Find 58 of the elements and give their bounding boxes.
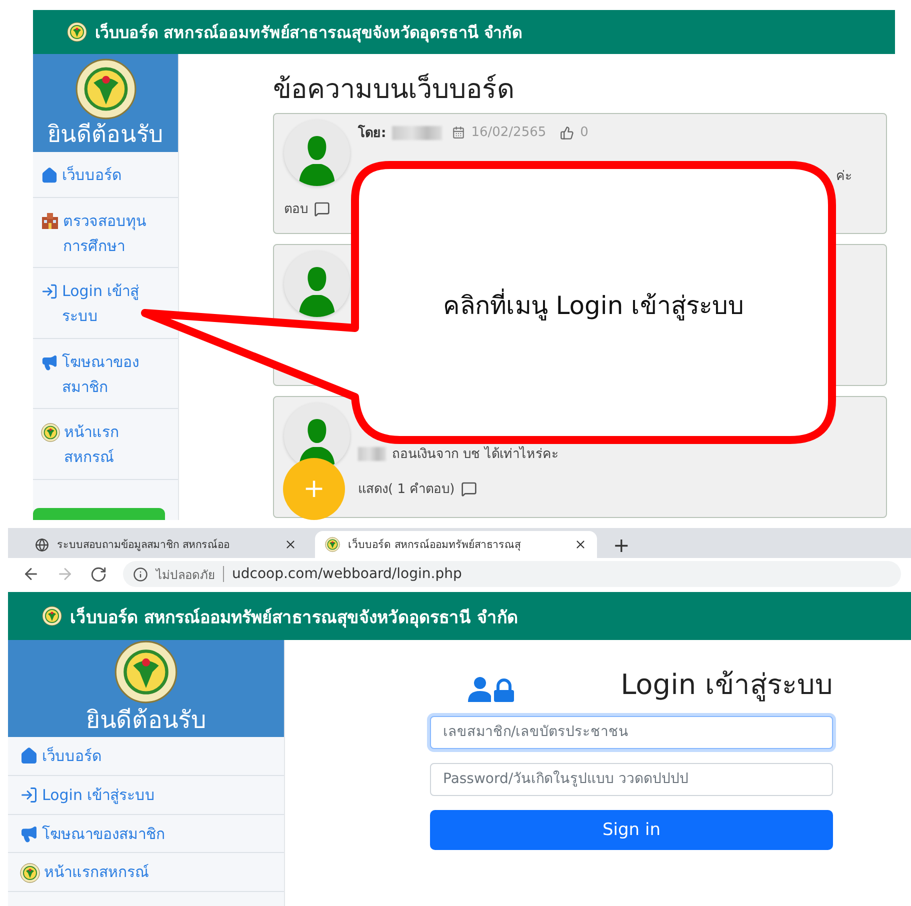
address-bar[interactable]: ไม่ปลอดภัย udcoop.com/webboard/login.php <box>123 561 901 587</box>
megaphone-icon <box>20 824 38 843</box>
post-message: ค่ะ <box>836 168 852 186</box>
sidebar-item[interactable]: หน้าแรกสหกรณ์ <box>33 409 178 480</box>
sidebar-item[interactable]: เว็บบอร์ด <box>8 737 284 776</box>
back-button[interactable] <box>22 565 40 583</box>
globe-icon <box>35 538 49 552</box>
post-date: 16/02/2565 <box>471 125 546 140</box>
coop-logo-icon <box>325 537 340 552</box>
login-icon <box>20 786 38 804</box>
sidebar-item[interactable]: โฆษณาของสมาชิก <box>33 338 178 410</box>
reload-button[interactable] <box>90 566 107 582</box>
input-field[interactable]: เลขสมาชิก/เลขบัตรประชาชน <box>430 716 833 749</box>
page-title: ข้อความบนเว็บบอร์ด <box>273 72 516 107</box>
reply-link[interactable]: ตอบ <box>284 198 308 220</box>
url-text: udcoop.com/webboard/login.php <box>232 566 462 582</box>
logo <box>74 58 136 120</box>
welcome-text: ยินดีต้อนรับ <box>86 706 206 735</box>
sidebar-item[interactable]: เว็บบอร์ด <box>33 152 178 198</box>
like-icon <box>560 126 574 140</box>
comments-icon <box>460 480 477 497</box>
home-icon <box>20 747 38 766</box>
new-tab-button[interactable]: + <box>605 531 638 558</box>
like-count: 0 <box>580 125 588 140</box>
login-title: Login เข้าสู่ระบบ <box>620 668 833 702</box>
logo <box>114 640 178 704</box>
close-icon[interactable] <box>284 538 297 551</box>
sign-in-button[interactable]: Sign in <box>430 810 833 850</box>
site-title: เว็บบอร์ด สหกรณ์ออมทรัพย์สาธารณสุขจังหวัดอุดรธานี จำกัด <box>95 22 522 44</box>
megaphone-icon <box>41 354 58 371</box>
home-icon <box>41 166 58 184</box>
coop-logo-icon <box>42 606 62 626</box>
user-lock-icon <box>467 676 515 702</box>
calendar-icon <box>452 126 466 140</box>
welcome-text: ยินดีต้อนรับ <box>48 122 164 150</box>
author-label: โดย: <box>358 124 386 144</box>
comment-icon <box>314 200 330 217</box>
security-label: ไม่ปลอดภัย <box>156 566 215 584</box>
browser-tab[interactable]: ระบบสอบถามข้อมูลสมาชิก สหกรณ์ออ <box>25 531 307 558</box>
close-icon[interactable] <box>574 538 587 551</box>
callout-text: คลิกที่เมนู Login เข้าสู่ระบบ <box>355 285 832 325</box>
input-field[interactable]: Password/วันเกิดในรูปแบบ ววดดปปปป <box>430 762 833 796</box>
post-message: ถอนเงินจาก บช ได้เท่าไหร่คะ <box>392 445 558 464</box>
replies-link[interactable]: แสดง( 1 คำตอบ) <box>358 478 455 500</box>
school-icon <box>41 212 59 230</box>
sidebar-item[interactable]: Login เข้าสู่ระบบ <box>8 776 284 814</box>
sidebar-item[interactable]: โฆษณาของสมาชิก <box>8 814 284 854</box>
coop-logo-icon <box>41 423 60 442</box>
site-title: เว็บบอร์ด สหกรณ์ออมทรัพย์สาธารณสุขจังหวัดอุดรธานี จำกัด <box>70 606 518 630</box>
person-silhouette-icon <box>297 265 337 318</box>
info-icon <box>133 566 148 582</box>
sidebar-item[interactable]: ตรวจสอบทุนการศึกษา <box>33 198 178 268</box>
browser-tab[interactable]: เว็บบอร์ด สหกรณ์ออมทรัพย์สาธารณสุ <box>315 531 597 558</box>
coop-logo-icon <box>20 862 40 883</box>
sidebar-item[interactable]: หน้าแรกสหกรณ์ <box>8 853 284 892</box>
person-silhouette-icon <box>297 134 337 186</box>
login-icon <box>41 283 58 300</box>
coop-logo-icon <box>67 22 87 42</box>
